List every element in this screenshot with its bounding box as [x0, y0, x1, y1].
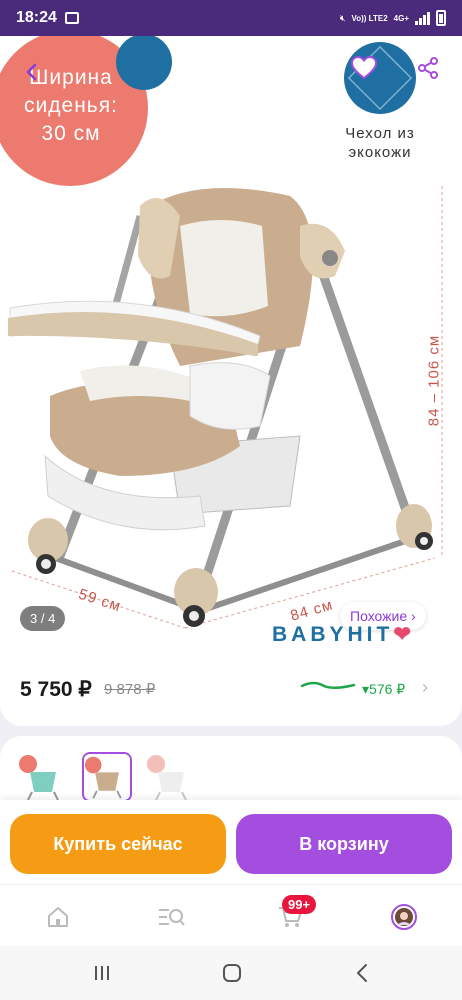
brand-heart-icon: ❤ — [393, 623, 415, 646]
tab-catalog[interactable] — [154, 899, 190, 935]
chevron-right-icon[interactable]: › — [422, 677, 428, 698]
current-price: 5 750 ₽ — [20, 678, 92, 701]
catalog-search-icon — [159, 909, 185, 926]
tab-home[interactable] — [40, 899, 76, 935]
tab-profile[interactable] — [386, 899, 422, 935]
thumbnail-image — [18, 752, 68, 802]
share-icon — [418, 57, 438, 79]
thumbnail-1[interactable] — [18, 752, 68, 802]
back-nav-button[interactable] — [342, 956, 382, 990]
buy-now-button[interactable]: Купить сейчас — [10, 814, 226, 874]
price-trend-icon — [300, 681, 356, 689]
network-label: Vo)) LTE2 — [351, 13, 388, 23]
home-nav-button[interactable] — [212, 956, 252, 990]
recent-apps-button[interactable] — [82, 956, 122, 990]
signal-icon — [415, 11, 430, 25]
product-image-card[interactable]: Ширина сиденья: 30 см Чехол из экокожи 5… — [0, 36, 462, 726]
image-pager: 3 / 4 — [20, 606, 66, 631]
favorite-button[interactable] — [346, 50, 382, 86]
price-drop[interactable]: ▾576 ₽ — [362, 681, 405, 698]
old-price: 9 878 ₽ — [104, 681, 156, 698]
mute-icon: 🔇︎ — [339, 12, 346, 23]
brand-name: BABYHIT — [272, 623, 394, 646]
back-button[interactable] — [14, 54, 50, 90]
brand-logo: BABYHIT❤ — [272, 622, 415, 647]
bottom-tab-bar: 99+ — [0, 884, 462, 946]
back-chevron-icon — [357, 964, 367, 982]
network-label-2: 4G+ — [393, 13, 409, 23]
system-nav-bar — [0, 946, 462, 1000]
cover-label: Чехол из экокожи — [345, 125, 415, 161]
status-time: 18:24 — [16, 9, 57, 26]
thumbnail-image — [84, 754, 130, 800]
share-button[interactable] — [410, 50, 446, 86]
status-bar: 18:24 🔇︎ Vo)) LTE2 4G+ — [0, 0, 462, 36]
home-icon — [48, 907, 68, 927]
height-dimension: 84 – 106 см — [425, 334, 443, 427]
cart-badge: 99+ — [282, 895, 317, 914]
gallery-notification-icon — [64, 12, 79, 24]
add-to-cart-button[interactable]: В корзину — [236, 814, 452, 874]
avatar — [391, 904, 417, 930]
recent-apps-icon — [95, 966, 109, 980]
chevron-left-icon — [26, 63, 37, 81]
thumbnail-3[interactable] — [146, 752, 196, 802]
purchase-action-bar: Купить сейчас В корзину — [0, 800, 462, 888]
home-square-icon — [223, 964, 241, 982]
thumbnail-image — [146, 752, 196, 802]
thumbnail-2[interactable] — [82, 752, 132, 802]
battery-icon — [436, 10, 446, 26]
heart-icon — [351, 56, 377, 80]
